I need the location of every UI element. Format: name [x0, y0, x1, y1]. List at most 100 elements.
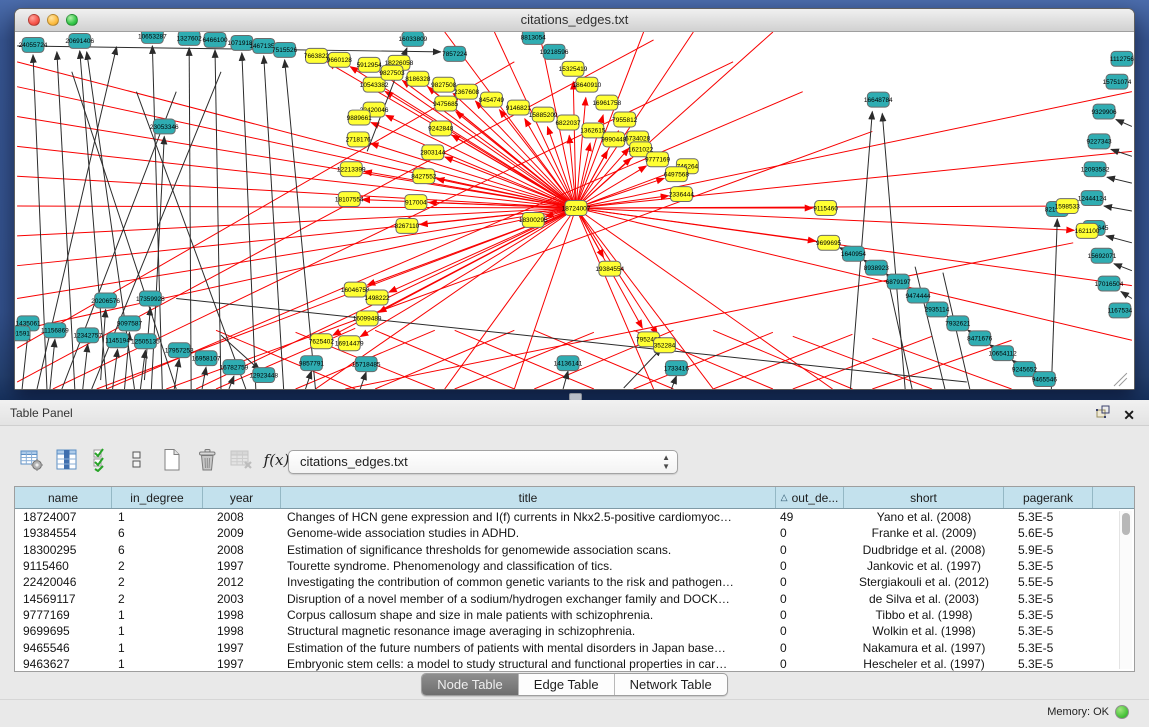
graph-node-9329906[interactable]: 9329906 [1091, 104, 1117, 119]
graph-node-9227343[interactable]: 9227343 [1086, 134, 1112, 149]
graph-node-16961758[interactable]: 16961758 [592, 95, 621, 110]
function-builder-button[interactable]: f(x) [263, 446, 290, 474]
graph-node-6822037[interactable]: 6822037 [555, 115, 581, 130]
graph-node-17016504[interactable]: 17016504 [1095, 276, 1124, 291]
graph-node-12444124[interactable]: 12444124 [1078, 191, 1107, 206]
tab-edge-table[interactable]: Edge Table [518, 674, 614, 695]
minimize-button[interactable] [47, 14, 59, 26]
graph-node-16033809[interactable]: 16033809 [399, 32, 428, 46]
zoom-button[interactable] [66, 14, 78, 26]
graph-node-1498222[interactable]: 1498222 [365, 290, 391, 305]
graph-node-8813054[interactable]: 8813054 [521, 32, 547, 44]
column-header-title[interactable]: title [281, 487, 776, 508]
column-header-out_de[interactable]: △out_de... [776, 487, 844, 508]
graph-node-917004[interactable]: 917004 [405, 195, 427, 210]
graph-node-20691406[interactable]: 20691406 [65, 33, 94, 48]
table-row[interactable]: 2242004622012Investigating the contribut… [15, 574, 1134, 590]
graph-node-11156869[interactable]: 11156869 [41, 323, 69, 338]
toggle-rows-button[interactable] [123, 446, 150, 474]
graph-node-17359928[interactable]: 17359928 [136, 291, 165, 306]
close-panel-button[interactable]: ✕ [1123, 407, 1135, 423]
graph-node-9777169[interactable]: 9777169 [645, 152, 671, 167]
table-row[interactable]: 946554611997Estimation of the future num… [15, 639, 1134, 655]
graph-node-8267110[interactable]: 8267110 [395, 218, 420, 233]
column-header-name[interactable]: name [15, 487, 112, 508]
graph-node-20206576[interactable]: 20206576 [91, 293, 120, 308]
graph-node-16914479[interactable]: 16914479 [335, 336, 364, 351]
graph-node-10654112[interactable]: 10654112 [988, 346, 1017, 361]
table-selector-dropdown[interactable]: citations_edges.txt ▲▼ [288, 450, 678, 474]
column-header-in_degree[interactable]: in_degree [112, 487, 203, 508]
graph-node-5912954[interactable]: 5912954 [357, 57, 383, 72]
graph-node-9699695[interactable]: 9699695 [816, 235, 842, 250]
graph-node-18724007[interactable]: 18724007 [562, 201, 591, 216]
graph-node-7625402[interactable]: 7625402 [309, 334, 335, 349]
graph-node-15885209[interactable]: 15885209 [529, 107, 558, 122]
graph-node-1327602[interactable]: 1327602 [177, 32, 203, 45]
graph-node-15692071[interactable]: 15692071 [1088, 248, 1117, 263]
graph-node-8454749[interactable]: 8454749 [479, 92, 505, 107]
graph-node-391591[interactable]: 391591 [15, 326, 30, 341]
select-attributes-button[interactable] [88, 446, 115, 474]
graph-node-9146821[interactable]: 9146821 [506, 100, 532, 115]
column-header-short[interactable]: short [844, 487, 1004, 508]
graph-node-1733416[interactable]: 1733416 [664, 361, 690, 376]
tab-node-table[interactable]: Node Table [422, 674, 518, 695]
graph-node-12213399[interactable]: 12213399 [337, 162, 366, 177]
graph-node-9827508[interactable]: 9827508 [431, 77, 457, 92]
graph-node-7663822[interactable]: 7663822 [304, 48, 330, 63]
graph-node-2367608[interactable]: 2367608 [454, 84, 480, 99]
graph-node-18640910[interactable]: 18640910 [573, 77, 602, 92]
graph-node-9475685[interactable]: 9475685 [433, 96, 459, 111]
graph-node-6497568[interactable]: 6497568 [664, 167, 690, 182]
graph-node-8471676[interactable]: 8471676 [967, 331, 993, 346]
column-header-pagerank[interactable]: pagerank [1004, 487, 1093, 508]
table-row[interactable]: 1872400712008Changes of HCN gene express… [15, 509, 1134, 525]
graph-node-18300295[interactable]: 18300295 [519, 212, 548, 227]
graph-node-7515526[interactable]: 7515526 [272, 42, 298, 57]
graph-node-7857224[interactable]: 7857224 [442, 46, 468, 61]
column-header-year[interactable]: year [203, 487, 281, 508]
graph-node-1598533[interactable]: 1598533 [1055, 199, 1081, 214]
graph-node-8938923[interactable]: 8938923 [864, 260, 890, 275]
graph-node-9990448[interactable]: 9990448 [601, 132, 627, 147]
graph-node-9660128[interactable]: 9660128 [327, 52, 353, 67]
graph-node-9097587[interactable]: 9097587 [117, 316, 143, 331]
table-row[interactable]: 946362711997Embryonic stem cells: a mode… [15, 656, 1134, 672]
graph-node-15751074[interactable]: 15751074 [1103, 74, 1132, 89]
table-row[interactable]: 1456911722003Disruption of a novel membe… [15, 590, 1134, 606]
create-table-button[interactable] [158, 446, 185, 474]
graph-node-8186328[interactable]: 8186328 [405, 71, 431, 86]
graph-node-19218596[interactable]: 19218596 [540, 44, 569, 59]
table-row[interactable]: 1938455462009Genome-wide association stu… [15, 525, 1134, 541]
graph-node-12505135[interactable]: 12505135 [131, 334, 160, 349]
graph-node-6466100[interactable]: 6466100 [202, 32, 228, 47]
graph-node-9857791[interactable]: 9857791 [299, 356, 325, 371]
tab-network-table[interactable]: Network Table [614, 674, 727, 695]
graph-node-1640954[interactable]: 1640954 [841, 246, 867, 261]
graph-node-9115460[interactable]: 9115460 [813, 201, 838, 216]
graph-node-17957253[interactable]: 17957253 [165, 343, 194, 358]
graph-node-9474444[interactable]: 9474444 [906, 288, 932, 303]
graph-node-12923448[interactable]: 12923448 [249, 368, 278, 383]
network-window[interactable]: citations_edges.txt 24055724 20691406 1065… [14, 8, 1135, 390]
graph-node-10653287[interactable]: 10653287 [138, 32, 167, 43]
scrollbar-thumb[interactable] [1122, 513, 1130, 535]
graph-node-7932621[interactable]: 7932621 [945, 316, 971, 331]
graph-node-24055724[interactable]: 24055724 [19, 37, 48, 52]
graph-node-9889661[interactable]: 9889661 [347, 110, 373, 125]
graph-node-19384554[interactable]: 19384554 [595, 261, 624, 276]
graph-node-9242848[interactable]: 9242848 [428, 121, 454, 136]
show-column-button[interactable] [53, 446, 80, 474]
window-titlebar[interactable]: citations_edges.txt [15, 9, 1134, 32]
graph-node-1167534[interactable]: 1167534 [1108, 303, 1133, 318]
graph-node-16782759[interactable]: 16782759 [220, 360, 249, 375]
graph-node-1145194[interactable]: 1145194 [105, 333, 130, 348]
table-row[interactable]: 969969511998Structural magnetic resonanc… [15, 623, 1134, 639]
graph-node-2935114[interactable]: 2935114 [925, 302, 950, 317]
table-scrollbar[interactable] [1119, 511, 1132, 669]
graph-node-12093582[interactable]: 12093582 [1081, 162, 1110, 177]
graph-node-16648784[interactable]: 16648784 [864, 92, 893, 107]
graph-node-352284[interactable]: 352284 [654, 338, 676, 353]
graph-node-16958107[interactable]: 16958107 [192, 351, 221, 366]
